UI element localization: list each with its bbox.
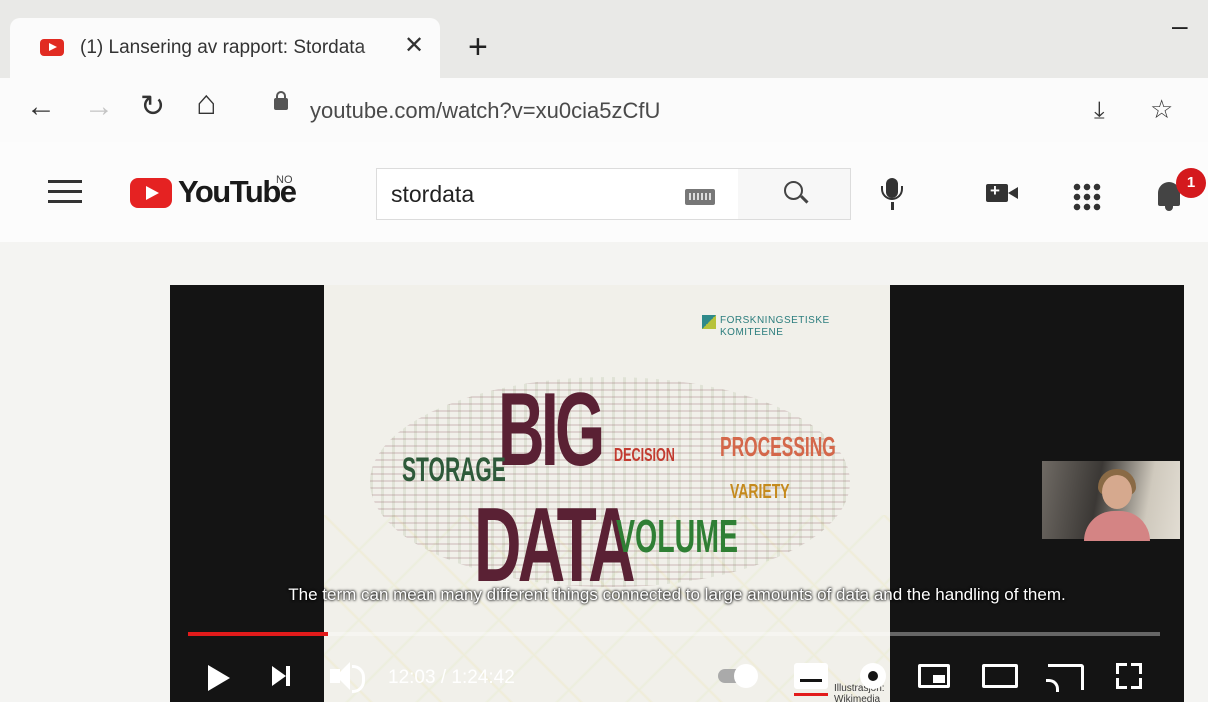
cast-icon[interactable] (1046, 664, 1084, 692)
create-video-icon[interactable] (986, 181, 1018, 202)
fullscreen-icon[interactable] (1116, 663, 1142, 689)
tab-close-button[interactable]: ✕ (404, 32, 424, 60)
search-input[interactable]: stordata (376, 168, 740, 220)
forward-button[interactable]: → (84, 90, 114, 124)
player-controls: 12:03 / 1:24:42 (170, 655, 1184, 702)
speaker-webcam-inset (1042, 461, 1180, 541)
tab-title: (1) Lansering av rapport: Stordata (80, 37, 390, 59)
autoplay-toggle[interactable] (718, 664, 758, 688)
miniplayer-icon[interactable] (918, 664, 950, 688)
word-storage: STORAGE (402, 451, 506, 489)
search-icon (784, 181, 803, 200)
home-button[interactable]: ⌂ (196, 86, 217, 120)
speaker-face (1102, 475, 1132, 509)
microphone-icon[interactable] (881, 178, 903, 210)
word-processing: PROCESSING (720, 431, 836, 462)
theater-mode-icon[interactable] (982, 664, 1018, 688)
video-player[interactable]: FORSKNINGSETISKE KOMITEENE BIG DATA STOR… (170, 285, 1184, 702)
subtitles-icon[interactable] (794, 663, 828, 689)
volume-wave-icon (352, 665, 365, 693)
org-logo-icon (702, 315, 716, 329)
back-button[interactable]: ← (26, 90, 56, 124)
youtube-header: YouTube NO stordata 1 (0, 142, 1208, 242)
word-decision: DECISION (614, 445, 675, 465)
subtitles-active-indicator (794, 693, 828, 696)
org-name-line2: KOMITEENE (720, 327, 784, 338)
speaker-torso (1084, 511, 1150, 541)
notification-count-badge: 1 (1176, 168, 1206, 198)
bookmark-star-icon[interactable]: ☆ (1150, 92, 1173, 126)
lock-icon[interactable] (274, 91, 288, 110)
word-volume: VOLUME (616, 510, 739, 562)
country-code: NO (276, 174, 293, 186)
browser-tab[interactable]: (1) Lansering av rapport: Stordata ✕ (10, 18, 440, 78)
youtube-play-icon (130, 178, 172, 208)
search-button[interactable] (738, 168, 851, 220)
install-app-icon[interactable]: ⤓ (1094, 94, 1105, 128)
youtube-favicon-icon (40, 39, 64, 56)
word-big: BIG (498, 372, 605, 488)
time-display: 12:03 / 1:24:42 (388, 667, 515, 688)
progress-bar[interactable] (188, 632, 1160, 636)
org-name: FORSKNINGSETISKE KOMITEENE (720, 315, 830, 339)
word-variety: VARIETY (730, 481, 790, 503)
reload-button[interactable]: ↻ (140, 90, 165, 124)
search-query: stordata (391, 181, 475, 207)
settings-gear-icon[interactable] (860, 663, 886, 689)
new-tab-button[interactable]: + (468, 30, 488, 64)
volume-icon[interactable] (330, 662, 350, 690)
window-minimize-button[interactable]: – (1172, 12, 1188, 40)
video-subtitle: The term can mean many different things … (288, 585, 1066, 604)
keyboard-icon[interactable] (685, 189, 715, 205)
browser-toolbar: ← → ↻ ⌂ youtube.com/watch?v=xu0cia5zCfU … (0, 78, 1208, 142)
video-slide: FORSKNINGSETISKE KOMITEENE BIG DATA STOR… (324, 285, 890, 702)
browser-tab-strip: (1) Lansering av rapport: Stordata ✕ + – (0, 0, 1208, 78)
menu-icon[interactable] (48, 180, 82, 210)
progress-played (188, 632, 328, 636)
apps-grid-icon[interactable] (1072, 182, 1102, 212)
next-video-icon[interactable] (272, 666, 290, 686)
address-bar[interactable]: youtube.com/watch?v=xu0cia5zCfU (310, 98, 660, 124)
play-icon[interactable] (208, 665, 230, 691)
org-name-line1: FORSKNINGSETISKE (720, 315, 830, 326)
